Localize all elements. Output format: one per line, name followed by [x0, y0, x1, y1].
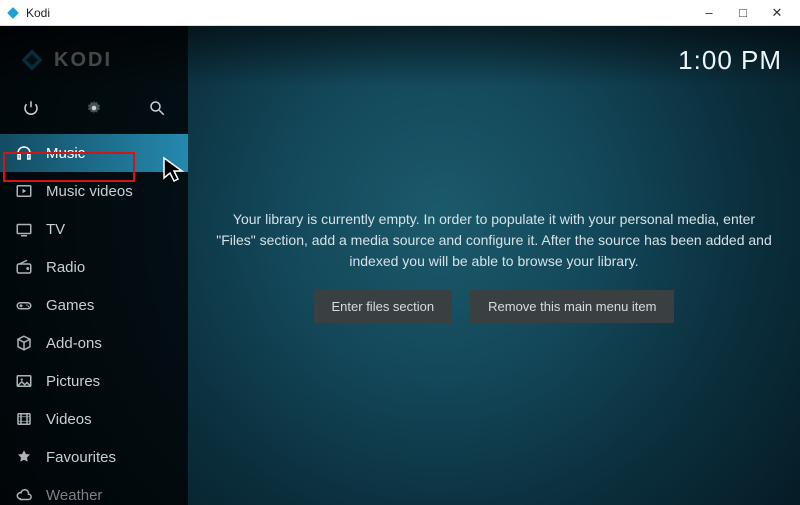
window-title-area: Kodi	[6, 6, 50, 20]
remove-menu-item-button[interactable]: Remove this main menu item	[470, 290, 674, 323]
power-icon[interactable]	[22, 99, 40, 117]
kodi-app-icon	[6, 6, 20, 20]
action-buttons: Enter files section Remove this main men…	[314, 290, 675, 323]
nav-label: Games	[46, 297, 94, 314]
nav-label: Add-ons	[46, 335, 102, 352]
star-icon	[14, 447, 34, 467]
window-controls: – □ ✕	[692, 0, 794, 26]
settings-icon[interactable]	[85, 99, 103, 117]
image-icon	[14, 371, 34, 391]
enter-files-button[interactable]: Enter files section	[314, 290, 453, 323]
maximize-button[interactable]: □	[726, 0, 760, 26]
film-icon	[14, 409, 34, 429]
window-title: Kodi	[26, 6, 50, 20]
weather-icon	[14, 485, 34, 505]
radio-icon	[14, 257, 34, 277]
sidebar: Music Music videos TV Radio Games Add-on…	[0, 26, 188, 505]
nav: Music Music videos TV Radio Games Add-on…	[0, 134, 188, 505]
close-button[interactable]: ✕	[760, 0, 794, 26]
nav-item-videos[interactable]: Videos	[0, 400, 188, 438]
nav-item-music[interactable]: Music	[0, 134, 188, 172]
search-icon[interactable]	[148, 99, 166, 117]
nav-item-pictures[interactable]: Pictures	[0, 362, 188, 400]
nav-label: Music	[46, 145, 85, 162]
nav-label: Weather	[46, 487, 102, 504]
gamepad-icon	[14, 295, 34, 315]
nav-label: Music videos	[46, 183, 133, 200]
empty-library-message: Your library is currently empty. In orde…	[216, 209, 772, 272]
nav-item-tv[interactable]: TV	[0, 210, 188, 248]
headphones-icon	[14, 143, 34, 163]
nav-item-weather[interactable]: Weather	[0, 476, 188, 505]
tv-icon	[14, 219, 34, 239]
sidebar-toolbar	[0, 88, 188, 128]
nav-label: TV	[46, 221, 65, 238]
main-content: Your library is currently empty. In orde…	[188, 26, 800, 505]
nav-item-radio[interactable]: Radio	[0, 248, 188, 286]
nav-item-music-videos[interactable]: Music videos	[0, 172, 188, 210]
nav-label: Pictures	[46, 373, 100, 390]
nav-label: Videos	[46, 411, 92, 428]
nav-label: Radio	[46, 259, 85, 276]
box-icon	[14, 333, 34, 353]
window-titlebar: Kodi – □ ✕	[0, 0, 800, 26]
kodi-app: KODI 1:00 PM Music Music videos	[0, 26, 800, 505]
nav-item-favourites[interactable]: Favourites	[0, 438, 188, 476]
nav-item-games[interactable]: Games	[0, 286, 188, 324]
nav-item-addons[interactable]: Add-ons	[0, 324, 188, 362]
music-video-icon	[14, 181, 34, 201]
nav-label: Favourites	[46, 449, 116, 466]
minimize-button[interactable]: –	[692, 0, 726, 26]
